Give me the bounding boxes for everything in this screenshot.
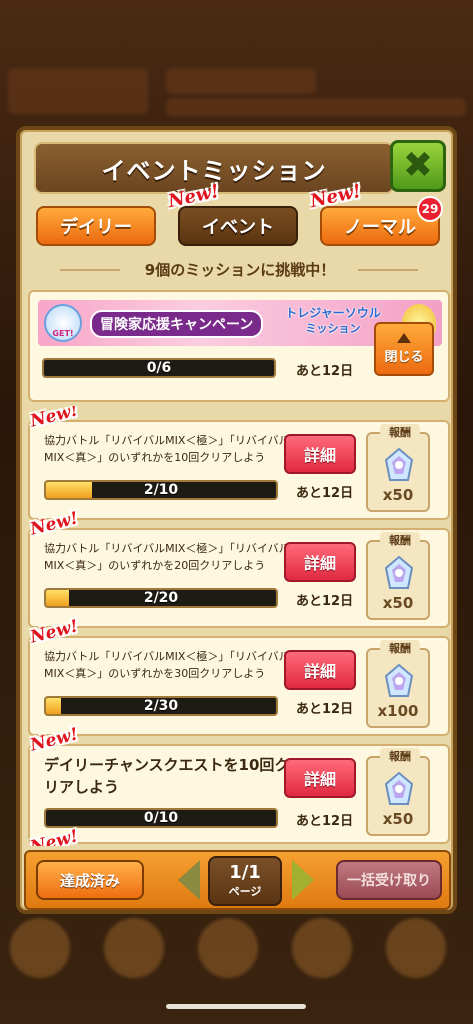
mission-count-text: 9個のミッションに挑戦中！ <box>144 260 336 279</box>
receive-all-button[interactable]: 一括受け取り <box>336 860 442 900</box>
progress-text: 0/6 <box>146 360 172 376</box>
progress-text: 0/10 <box>143 810 179 826</box>
close-icon: ✖ <box>402 145 434 186</box>
divider <box>358 269 418 271</box>
reward-box: 報酬 x100 <box>366 640 430 728</box>
page-label: ページ <box>228 885 262 898</box>
mission-description: 協力バトル「リバイバルMIX＜極＞」「リバイバルMIX＜真＞」のいずれかを30回… <box>44 650 290 680</box>
soul-gem-icon <box>384 664 414 697</box>
mission-item: 協力バトル「リバイバルMIX＜極＞」「リバイバルMIX＜真＞」のいずれかを30回… <box>28 636 450 736</box>
collapse-label: 閉じる <box>384 350 424 365</box>
reward-box: 報酬 x50 <box>366 532 430 620</box>
reward-count: x50 <box>382 810 414 828</box>
home-indicator[interactable] <box>166 1004 306 1009</box>
tab-event[interactable]: イベント <box>178 206 298 246</box>
reward-count: x100 <box>377 702 419 720</box>
reward-count: x50 <box>382 486 414 504</box>
background-menu <box>0 910 473 990</box>
mission-progress-bar: 2/10 <box>44 480 278 500</box>
reward-count: x50 <box>382 594 414 612</box>
soul-gem-icon <box>384 448 414 481</box>
reward-label: 報酬 <box>380 748 420 764</box>
mission-panel: イベントミッション ✖ デイリー イベント ノーマル New! New! 29 … <box>16 126 457 914</box>
tab-daily[interactable]: デイリー <box>36 206 156 246</box>
remaining-time: あと12日 <box>296 702 354 717</box>
campaign-progress-bar: 0/6 <box>42 358 276 378</box>
mission-progress-bar: 0/10 <box>44 808 278 828</box>
remaining-time: あと12日 <box>296 364 354 379</box>
mission-item: デイリーチャンスクエストを10回クリアしよう 詳細 0/10 あと12日 報酬 … <box>28 744 450 844</box>
mission-description: デイリーチャンスクエストを10回クリアしよう <box>44 756 290 796</box>
reward-label: 報酬 <box>380 424 420 440</box>
remaining-time: あと12日 <box>296 594 354 609</box>
page-number: 1/1 <box>229 862 261 883</box>
progress-text: 2/10 <box>143 482 179 498</box>
close-button[interactable]: ✖ <box>390 140 446 192</box>
progress-text: 2/30 <box>143 698 179 714</box>
detail-button[interactable]: 詳細 <box>284 650 356 690</box>
reward-label: 報酬 <box>380 640 420 656</box>
soul-gem-icon <box>384 772 414 805</box>
mission-description: 協力バトル「リバイバルMIX＜極＞」「リバイバルMIX＜真＞」のいずれかを10回… <box>44 434 290 464</box>
campaign-title: 冒険家応援キャンペーン <box>90 310 264 338</box>
screen: イベントミッション ✖ デイリー イベント ノーマル New! New! 29 … <box>0 0 473 1024</box>
detail-button[interactable]: 詳細 <box>284 542 356 582</box>
mission-progress-bar: 2/20 <box>44 588 278 608</box>
detail-button[interactable]: 詳細 <box>284 758 356 798</box>
mission-item: 協力バトル「リバイバルMIX＜極＞」「リバイバルMIX＜真＞」のいずれかを20回… <box>28 528 450 628</box>
mission-item: 協力バトル「リバイバルMIX＜極＞」「リバイバルMIX＜真＞」のいずれかを10回… <box>28 420 450 520</box>
detail-button[interactable]: 詳細 <box>284 434 356 474</box>
progress-text: 2/20 <box>143 590 179 606</box>
triangle-up-icon <box>397 333 411 343</box>
campaign-card: GET! 冒険家応援キャンペーン トレジャーソウル ミッション 0/6 あと12… <box>28 290 450 402</box>
reward-label: 報酬 <box>380 532 420 548</box>
mission-progress-bar: 2/30 <box>44 696 278 716</box>
remaining-time: あと12日 <box>296 814 354 829</box>
soul-gem-icon <box>384 556 414 589</box>
mission-list[interactable]: 協力バトル「リバイバルMIX＜極＞」「リバイバルMIX＜真＞」のいずれかを10回… <box>28 406 450 846</box>
get-label: GET! <box>52 329 74 338</box>
next-page-arrow-icon[interactable] <box>292 860 314 900</box>
mission-description: 協力バトル「リバイバルMIX＜極＞」「リバイバルMIX＜真＞」のいずれかを20回… <box>44 542 290 572</box>
reward-box: 報酬 x50 <box>366 424 430 512</box>
completed-button[interactable]: 達成済み <box>36 860 144 900</box>
campaign-subtitle-line1: トレジャーソウル <box>285 306 381 320</box>
page-indicator: 1/1 ページ <box>208 856 282 906</box>
get-icon: GET! <box>44 304 82 342</box>
footer-bar: 達成済み 1/1 ページ 一括受け取り <box>24 850 451 910</box>
prev-page-arrow-icon[interactable] <box>178 860 200 900</box>
background-hud <box>0 60 473 120</box>
remaining-time: あと12日 <box>296 486 354 501</box>
reward-box: 報酬 x50 <box>366 748 430 836</box>
tab-normal-badge: 29 <box>417 196 443 222</box>
collapse-button[interactable]: 閉じる <box>374 322 434 376</box>
